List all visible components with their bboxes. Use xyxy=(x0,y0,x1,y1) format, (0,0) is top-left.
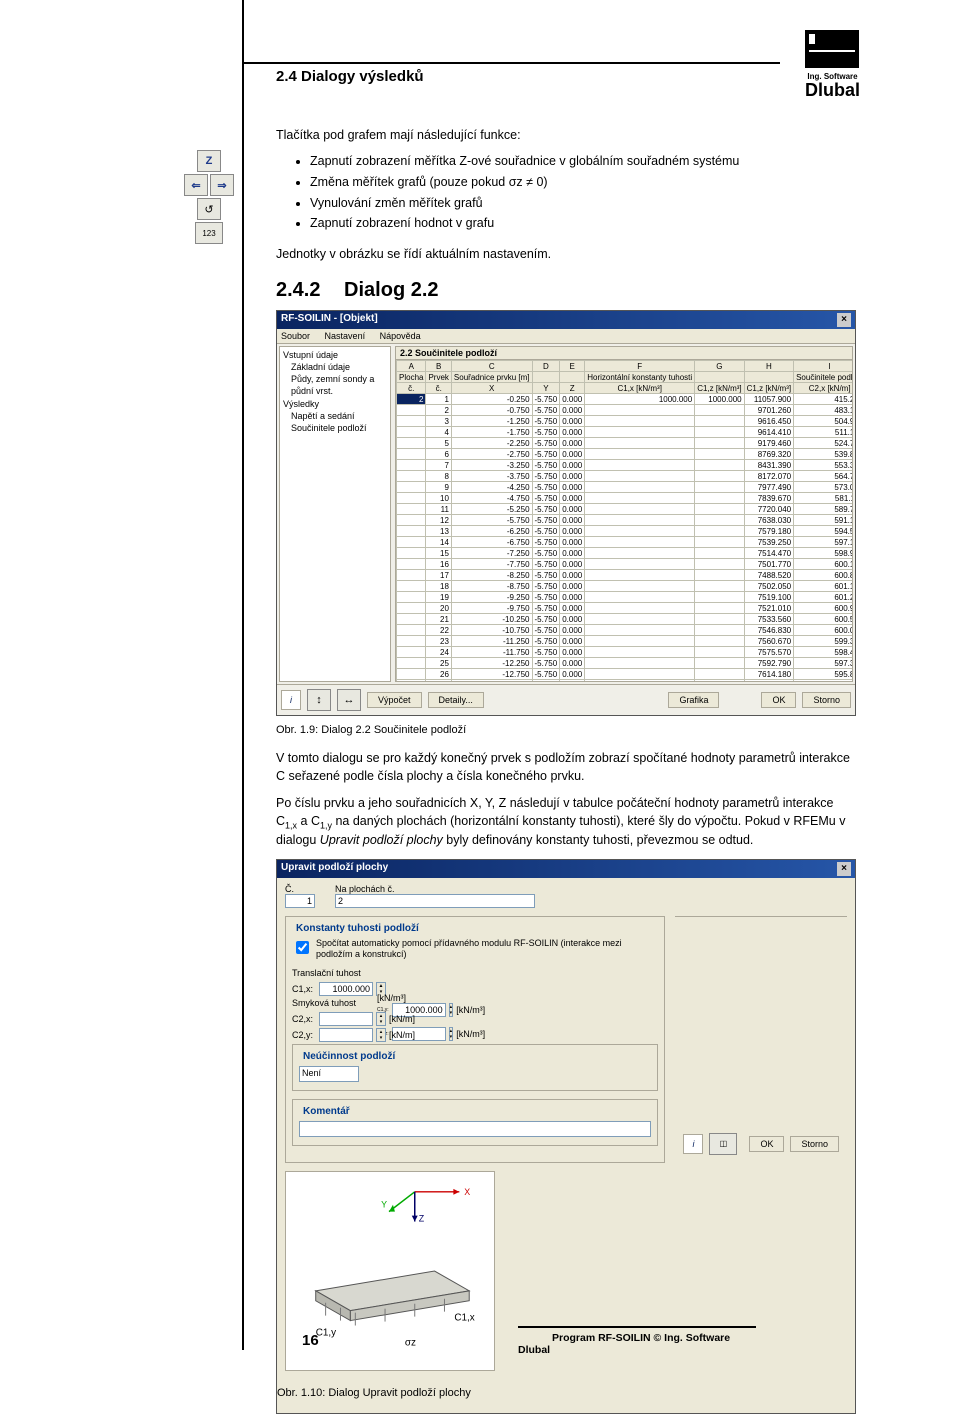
paragraph-2: Po číslu prvku a jeho souřadnicích X, Y,… xyxy=(276,795,856,849)
grid-icon-button[interactable]: ◫ xyxy=(709,1133,737,1155)
scale-left-button[interactable]: ⇐ xyxy=(184,174,208,196)
section-header: 2.4 Dialogy výsledků xyxy=(242,62,780,85)
tree-item[interactable]: Vstupní údaje xyxy=(283,349,387,361)
c2y-input[interactable] xyxy=(319,1028,373,1042)
c-input[interactable] xyxy=(285,894,315,908)
reset-scale-button[interactable]: ↺ xyxy=(197,198,221,220)
detaily-button[interactable]: Detaily... xyxy=(428,692,484,708)
icon-button[interactable]: ↕ xyxy=(307,689,331,711)
close-icon[interactable]: × xyxy=(837,862,851,876)
figure-19-caption: Obr. 1.9: Dialog 2.2 Součinitele podloží xyxy=(276,724,856,736)
svg-text:Y: Y xyxy=(381,1199,387,1209)
group-label-konst: Konstanty tuhosti podloží xyxy=(294,923,421,934)
info-icon[interactable]: i xyxy=(683,1134,703,1154)
logo-bridge-icon xyxy=(805,30,859,68)
icon-button[interactable]: ↔ xyxy=(337,689,361,711)
stepper[interactable]: ▴▾ xyxy=(376,1028,386,1042)
na-input[interactable] xyxy=(335,894,535,908)
c2x-label: C2,x: xyxy=(292,1014,316,1024)
panel-title: 2.2 Součinitele podloží xyxy=(395,346,853,360)
heading-num: 2.4.2 xyxy=(276,279,320,301)
intro-text: Tlačítka pod grafem mají následující fun… xyxy=(276,128,856,142)
ok-button[interactable]: OK xyxy=(761,692,796,708)
tree-item[interactable]: Půdy, zemní sondy a půdní vrst. xyxy=(291,373,387,397)
logo-big: Dlubal xyxy=(805,81,860,99)
grafika-button[interactable]: Grafika xyxy=(668,692,719,708)
unit-note: Jednotky v obrázku se řídí aktuálním nas… xyxy=(276,247,856,261)
unit-label: [kN/m³] xyxy=(456,1031,485,1037)
figure-110-caption: Obr. 1.10: Dialog Upravit podloží plochy xyxy=(277,1387,855,1399)
stepper[interactable]: ▴▾ xyxy=(449,1027,454,1041)
bullet-list: Zapnutí zobrazení měřítka Z-ové souřadni… xyxy=(276,152,856,233)
page-footer: 16 Program RF-SOILIN © Ing. Software Dlu… xyxy=(518,1326,756,1356)
group-label-neuc: Neúčinnost podloží xyxy=(301,1051,397,1062)
stepper[interactable]: ▲▾ [kN/m³] C1,y: ▴▾ [kN/m³] xyxy=(376,982,386,996)
ok-button[interactable]: OK xyxy=(749,1136,784,1152)
info-icon[interactable]: i xyxy=(281,690,301,710)
logo: Ing. Software Dlubal xyxy=(805,30,860,99)
bullet-item: Zapnutí zobrazení hodnot v grafu xyxy=(310,214,856,233)
menu-item[interactable]: Nastavení xyxy=(325,331,366,341)
checkbox-label: Spočítat automaticky pomocí přídavného m… xyxy=(316,938,658,960)
c1x-input[interactable] xyxy=(319,982,373,996)
tree-item[interactable]: Základní údaje xyxy=(291,361,387,373)
tree-item-selected[interactable]: Součinitele podloží xyxy=(291,422,387,434)
stepper[interactable]: ▴▾ xyxy=(376,1012,386,1026)
paragraph-1: V tomto dialogu se pro každý konečný prv… xyxy=(276,750,856,785)
heading-label: Dialog 2.2 xyxy=(344,279,438,301)
footer-text: Program RF-SOILIN © Ing. Software Dlubal xyxy=(518,1332,730,1356)
menu-item[interactable]: Nápověda xyxy=(380,331,421,341)
unit-label: [kN/m³] xyxy=(456,1007,485,1013)
menu-item[interactable]: Soubor xyxy=(281,331,310,341)
bullet-item: Vynulování změn měřítek grafů xyxy=(310,194,856,213)
window-title: RF-SOILIN - [Objekt] xyxy=(281,313,378,327)
z-axis-button[interactable]: Z xyxy=(197,150,221,172)
c-label: Č. xyxy=(285,884,315,894)
komentar-input[interactable] xyxy=(299,1121,651,1137)
storno-button[interactable]: Storno xyxy=(790,1136,839,1152)
tree-item[interactable]: Výsledky xyxy=(283,398,387,410)
dialog-22-window: RF-SOILIN - [Objekt] × Soubor Nastavení … xyxy=(276,310,856,716)
table-scroll[interactable]: ABCDEFGHIJPlochaPrvekSouřadnice prvku [m… xyxy=(395,360,853,682)
scale-right-button[interactable]: ⇒ xyxy=(210,174,234,196)
stepper[interactable]: ▴▾ xyxy=(449,1003,454,1017)
unit-label: [kN/m] xyxy=(389,1014,415,1024)
menubar[interactable]: Soubor Nastavení Nápověda xyxy=(277,329,855,344)
c2x-input[interactable] xyxy=(319,1012,373,1026)
vypocet-button[interactable]: Výpočet xyxy=(367,692,422,708)
neucinnost-select[interactable]: Není xyxy=(299,1066,359,1082)
window-title: Upravit podloží plochy xyxy=(281,862,388,876)
sidebar-line xyxy=(242,0,244,1350)
bullet-item: Změna měřítek grafů (pouze pokud σz ≠ 0) xyxy=(310,173,856,192)
svg-text:Z: Z xyxy=(419,1213,425,1223)
na-label: Na plochách č. xyxy=(335,884,535,894)
svg-text:X: X xyxy=(464,1186,470,1196)
results-table: ABCDEFGHIJPlochaPrvekSouřadnice prvku [m… xyxy=(396,360,853,682)
bullet-item: Zapnutí zobrazení měřítka Z-ové souřadni… xyxy=(310,152,856,171)
window-titlebar[interactable]: Upravit podloží plochy × xyxy=(277,860,855,878)
tree-navigator[interactable]: Vstupní údaje Základní údaje Půdy, zemní… xyxy=(279,346,391,682)
storno-button[interactable]: Storno xyxy=(802,692,851,708)
group-label-kom: Komentář xyxy=(301,1106,352,1117)
col-trans-label: Translační tuhost xyxy=(292,968,415,978)
c1x-label: C1,x: xyxy=(292,984,316,994)
window-titlebar[interactable]: RF-SOILIN - [Objekt] × xyxy=(277,311,855,329)
svg-text:C1,x: C1,x xyxy=(454,1312,474,1323)
unit-label: [kN/m³] xyxy=(377,993,406,1003)
auto-compute-checkbox[interactable] xyxy=(296,941,309,954)
section-title: 2.4 Dialogy výsledků xyxy=(276,68,424,85)
c2y-label: C2,y: xyxy=(292,1030,316,1040)
page-number: 16 xyxy=(302,1332,319,1349)
tree-item[interactable]: Napětí a sedání xyxy=(291,410,387,422)
close-icon[interactable]: × xyxy=(837,313,851,327)
graph-toolbar: Z ⇐ ⇒ ↺ 123 xyxy=(184,150,234,244)
heading-242: 2.4.2 Dialog 2.2 xyxy=(276,279,856,302)
svg-text:σz: σz xyxy=(405,1337,416,1348)
unit-label: [kN/m] xyxy=(389,1030,415,1040)
values-toggle-button[interactable]: 123 xyxy=(195,222,223,244)
svg-text:C1,y: C1,y xyxy=(316,1327,336,1338)
